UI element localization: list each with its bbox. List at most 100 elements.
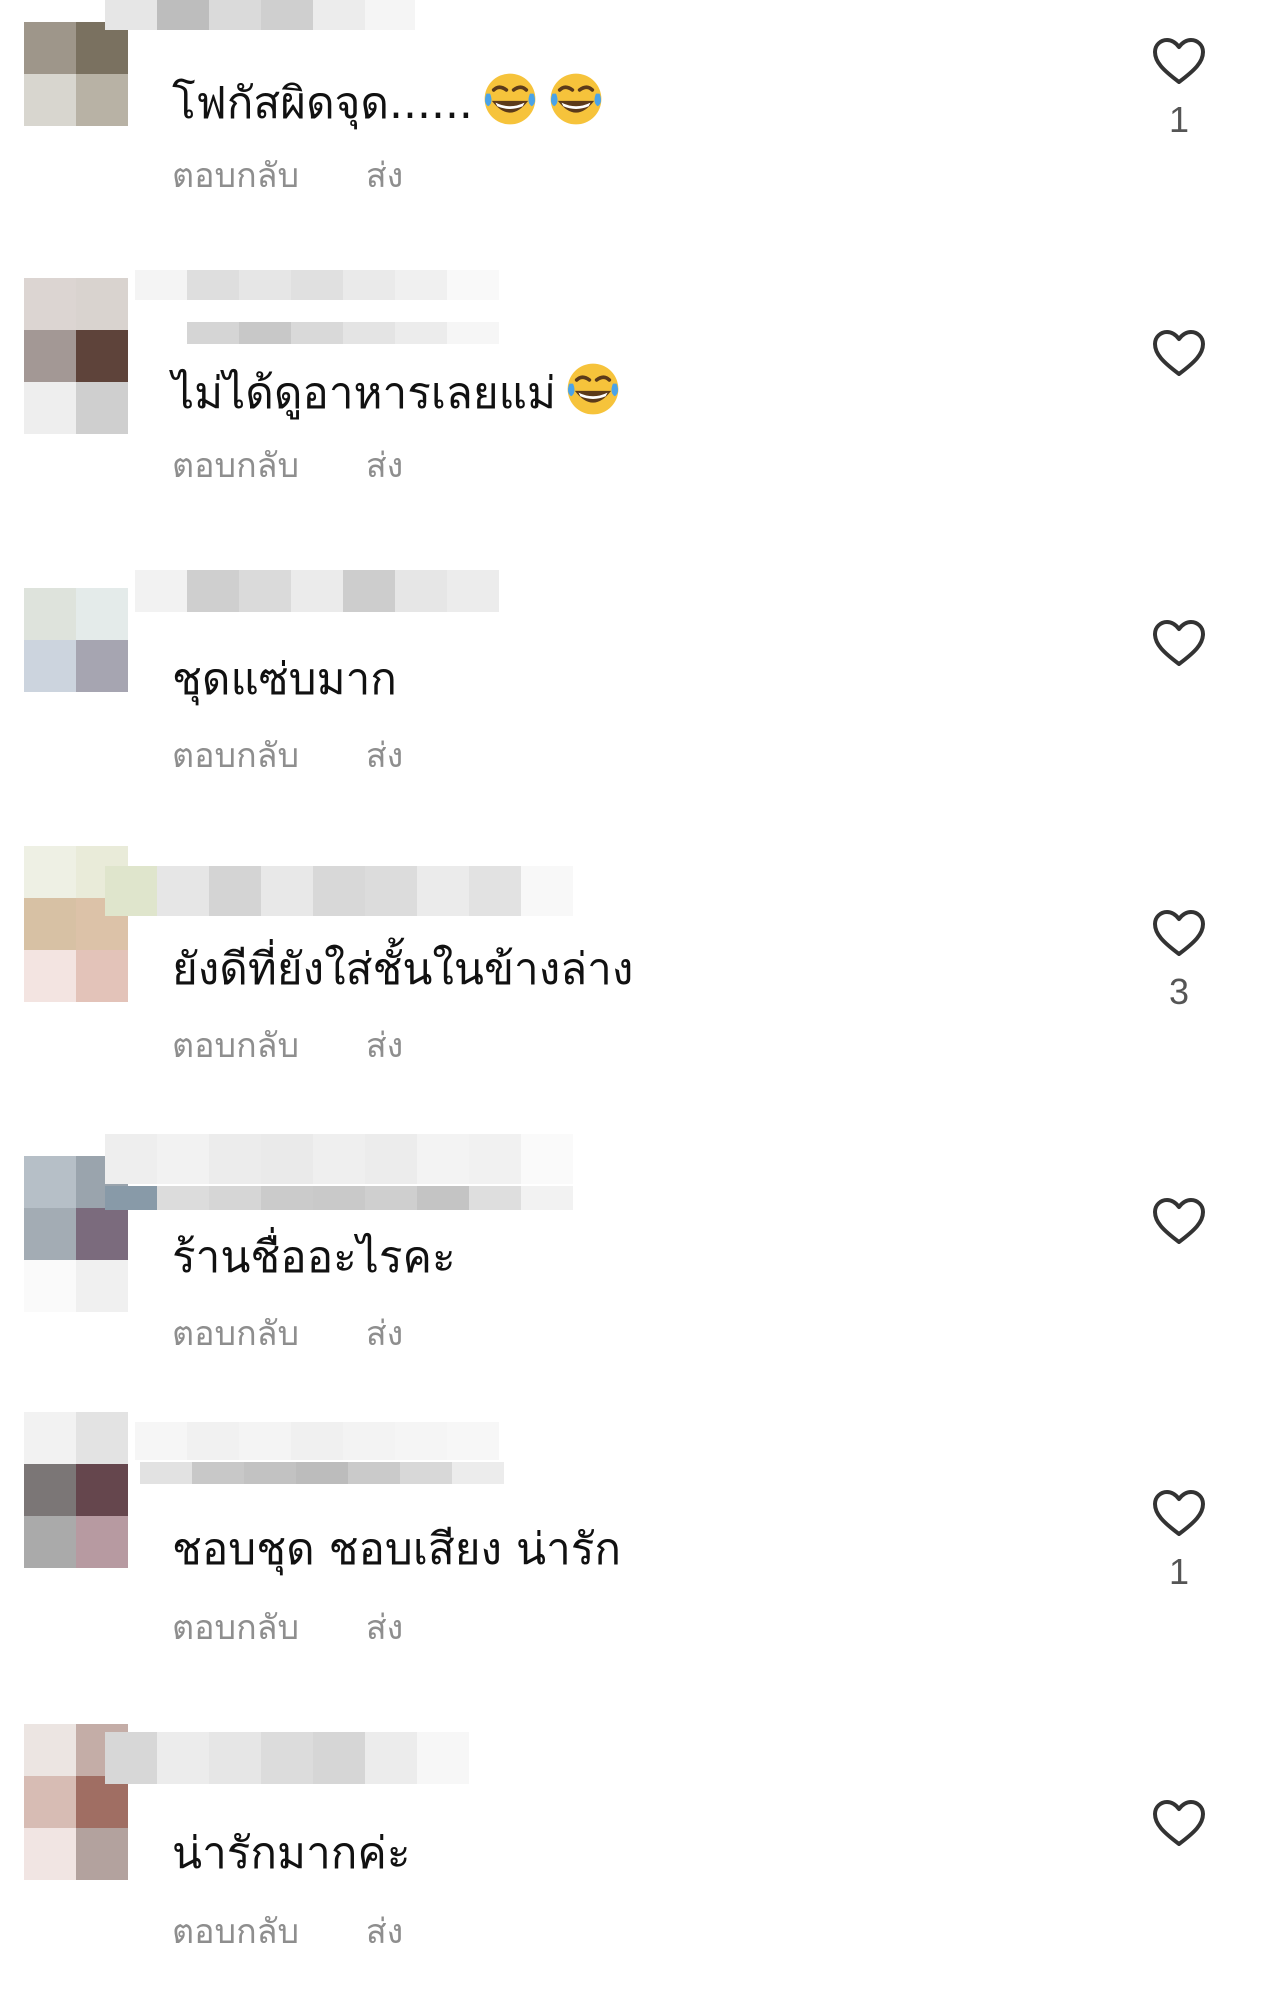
username-redacted[interactable] <box>135 270 525 300</box>
face-with-tears-of-joy-emoji-icon <box>550 73 602 125</box>
heart-outline-icon[interactable] <box>1151 618 1207 668</box>
like-count: 3 <box>1168 971 1190 1012</box>
like-count: 1 <box>1168 99 1190 140</box>
avatar[interactable] <box>24 588 128 692</box>
avatar-pixel <box>76 74 128 126</box>
avatar-pixel <box>24 898 76 950</box>
avatar-pixel <box>24 1464 76 1516</box>
avatar-pixel <box>76 588 128 640</box>
comment-actions: ตอบกลับ ส่ง <box>172 1026 403 1066</box>
avatar-pixel <box>24 74 76 126</box>
comment-text: ชุดแซ่บมาก <box>172 652 397 708</box>
like-control: 3 <box>1148 908 1210 1012</box>
avatar-lower <box>24 950 128 1002</box>
send-button[interactable]: ส่ง <box>366 1912 403 1952</box>
reply-button[interactable]: ตอบกลับ <box>172 1314 299 1354</box>
comment-actions: ตอบกลับ ส่ง <box>172 1608 403 1648</box>
face-with-tears-of-joy-emoji-icon <box>567 363 619 415</box>
avatar-lower <box>24 1516 128 1568</box>
avatar[interactable] <box>24 278 128 382</box>
comment-actions: ตอบกลับ ส่ง <box>172 156 403 196</box>
send-button[interactable]: ส่ง <box>366 1608 403 1648</box>
avatar-pixel <box>24 1776 76 1828</box>
username-line2 <box>140 1462 560 1484</box>
comment-item: ยังดีที่ยังใส่ชั้นในข้างล่าง ตอบกลับ ส่ง… <box>0 846 1280 1136</box>
avatar-pixel <box>76 278 128 330</box>
avatar-pixel <box>24 1156 76 1208</box>
comment-text-content: ร้านชื่ออะไรคะ <box>172 1232 456 1283</box>
comment-text: โฟกัสผิดจุด...... <box>172 70 605 132</box>
comment-item: ไม่ได้ดูอาหารเลยแม่ ตอบกลับ ส่ง <box>0 270 1280 560</box>
avatar[interactable] <box>24 22 128 126</box>
avatar-pixel <box>76 330 128 382</box>
avatar-pixel <box>24 1208 76 1260</box>
like-control <box>1148 328 1210 392</box>
comment-actions: ตอบกลับ ส่ง <box>172 1314 403 1354</box>
username-redacted[interactable] <box>105 866 575 916</box>
like-control <box>1148 1196 1210 1260</box>
avatar-pixel <box>76 640 128 692</box>
send-button[interactable]: ส่ง <box>366 736 403 776</box>
comment-item: ชุดแซ่บมาก ตอบกลับ ส่ง <box>0 560 1280 850</box>
comment-actions: ตอบกลับ ส่ง <box>172 1912 403 1952</box>
avatar-pixel <box>24 588 76 640</box>
comment-text-content: ชุดแซ่บมาก <box>172 654 397 705</box>
avatar-pixel <box>24 846 76 898</box>
heart-outline-icon[interactable] <box>1151 36 1207 86</box>
avatar-pixel <box>76 1464 128 1516</box>
comment-item: โฟกัสผิดจุด...... ตอบกลับ ส่ง 1 <box>0 0 1280 290</box>
avatar[interactable] <box>24 1412 128 1516</box>
heart-outline-icon[interactable] <box>1151 1798 1207 1848</box>
avatar-lower <box>24 382 128 434</box>
avatar-pixel <box>76 1412 128 1464</box>
reply-button[interactable]: ตอบกลับ <box>172 156 299 196</box>
comment-text: ยังดีที่ยังใส่ชั้นในข้างล่าง <box>172 942 633 998</box>
username-redacted[interactable] <box>105 1134 625 1184</box>
like-control: 1 <box>1148 1488 1210 1592</box>
avatar-pixel <box>24 278 76 330</box>
username-line2 <box>105 1186 625 1210</box>
comment-text: น่ารักมากค่ะ <box>172 1826 410 1882</box>
username-redacted[interactable] <box>105 1732 525 1784</box>
comment-text-content: ชอบชุด ชอบเสียง น่ารัก <box>172 1524 622 1575</box>
reply-button[interactable]: ตอบกลับ <box>172 1608 299 1648</box>
send-button[interactable]: ส่ง <box>366 1314 403 1354</box>
avatar-pixel <box>24 330 76 382</box>
comment-text-content: ยังดีที่ยังใส่ชั้นในข้างล่าง <box>172 944 634 995</box>
like-count: 1 <box>1168 1551 1190 1592</box>
heart-outline-icon[interactable] <box>1151 1488 1207 1538</box>
avatar-pixel <box>76 1208 128 1260</box>
comment-text-content: ไม่ได้ดูอาหารเลยแม่ <box>172 368 557 419</box>
username-redacted[interactable] <box>105 0 415 30</box>
avatar-lower <box>24 1828 128 1880</box>
avatar-pixel <box>24 1412 76 1464</box>
send-button[interactable]: ส่ง <box>366 446 403 486</box>
comment-actions: ตอบกลับ ส่ง <box>172 446 403 486</box>
reply-button[interactable]: ตอบกลับ <box>172 1912 299 1952</box>
avatar-pixel <box>24 22 76 74</box>
comment-text: ร้านชื่ออะไรคะ <box>172 1230 456 1286</box>
heart-outline-icon[interactable] <box>1151 328 1207 378</box>
face-with-tears-of-joy-emoji-icon <box>484 73 536 125</box>
send-button[interactable]: ส่ง <box>366 1026 403 1066</box>
heart-outline-icon[interactable] <box>1151 1196 1207 1246</box>
reply-button[interactable]: ตอบกลับ <box>172 1026 299 1066</box>
like-control <box>1148 1798 1210 1862</box>
username-redacted[interactable] <box>135 570 525 612</box>
like-control: 1 <box>1148 36 1210 140</box>
username-redacted[interactable] <box>135 1422 575 1460</box>
comment-item: ร้านชื่ออะไรคะ ตอบกลับ ส่ง <box>0 1134 1280 1424</box>
reply-button[interactable]: ตอบกลับ <box>172 446 299 486</box>
avatar-pixel <box>24 1724 76 1776</box>
like-control <box>1148 618 1210 682</box>
comment-actions: ตอบกลับ ส่ง <box>172 736 403 776</box>
comment-item: ชอบชุด ชอบเสียง น่ารัก ตอบกลับ ส่ง 1 <box>0 1412 1280 1702</box>
send-button[interactable]: ส่ง <box>366 156 403 196</box>
heart-outline-icon[interactable] <box>1151 908 1207 958</box>
comment-item: น่ารักมากค่ะ ตอบกลับ ส่ง <box>0 1720 1280 2010</box>
comment-text: ชอบชุด ชอบเสียง น่ารัก <box>172 1522 621 1578</box>
comment-text-content: น่ารักมากค่ะ <box>172 1828 411 1879</box>
username-line2 <box>135 322 535 344</box>
comment-text: ไม่ได้ดูอาหารเลยแม่ <box>172 360 622 422</box>
reply-button[interactable]: ตอบกลับ <box>172 736 299 776</box>
